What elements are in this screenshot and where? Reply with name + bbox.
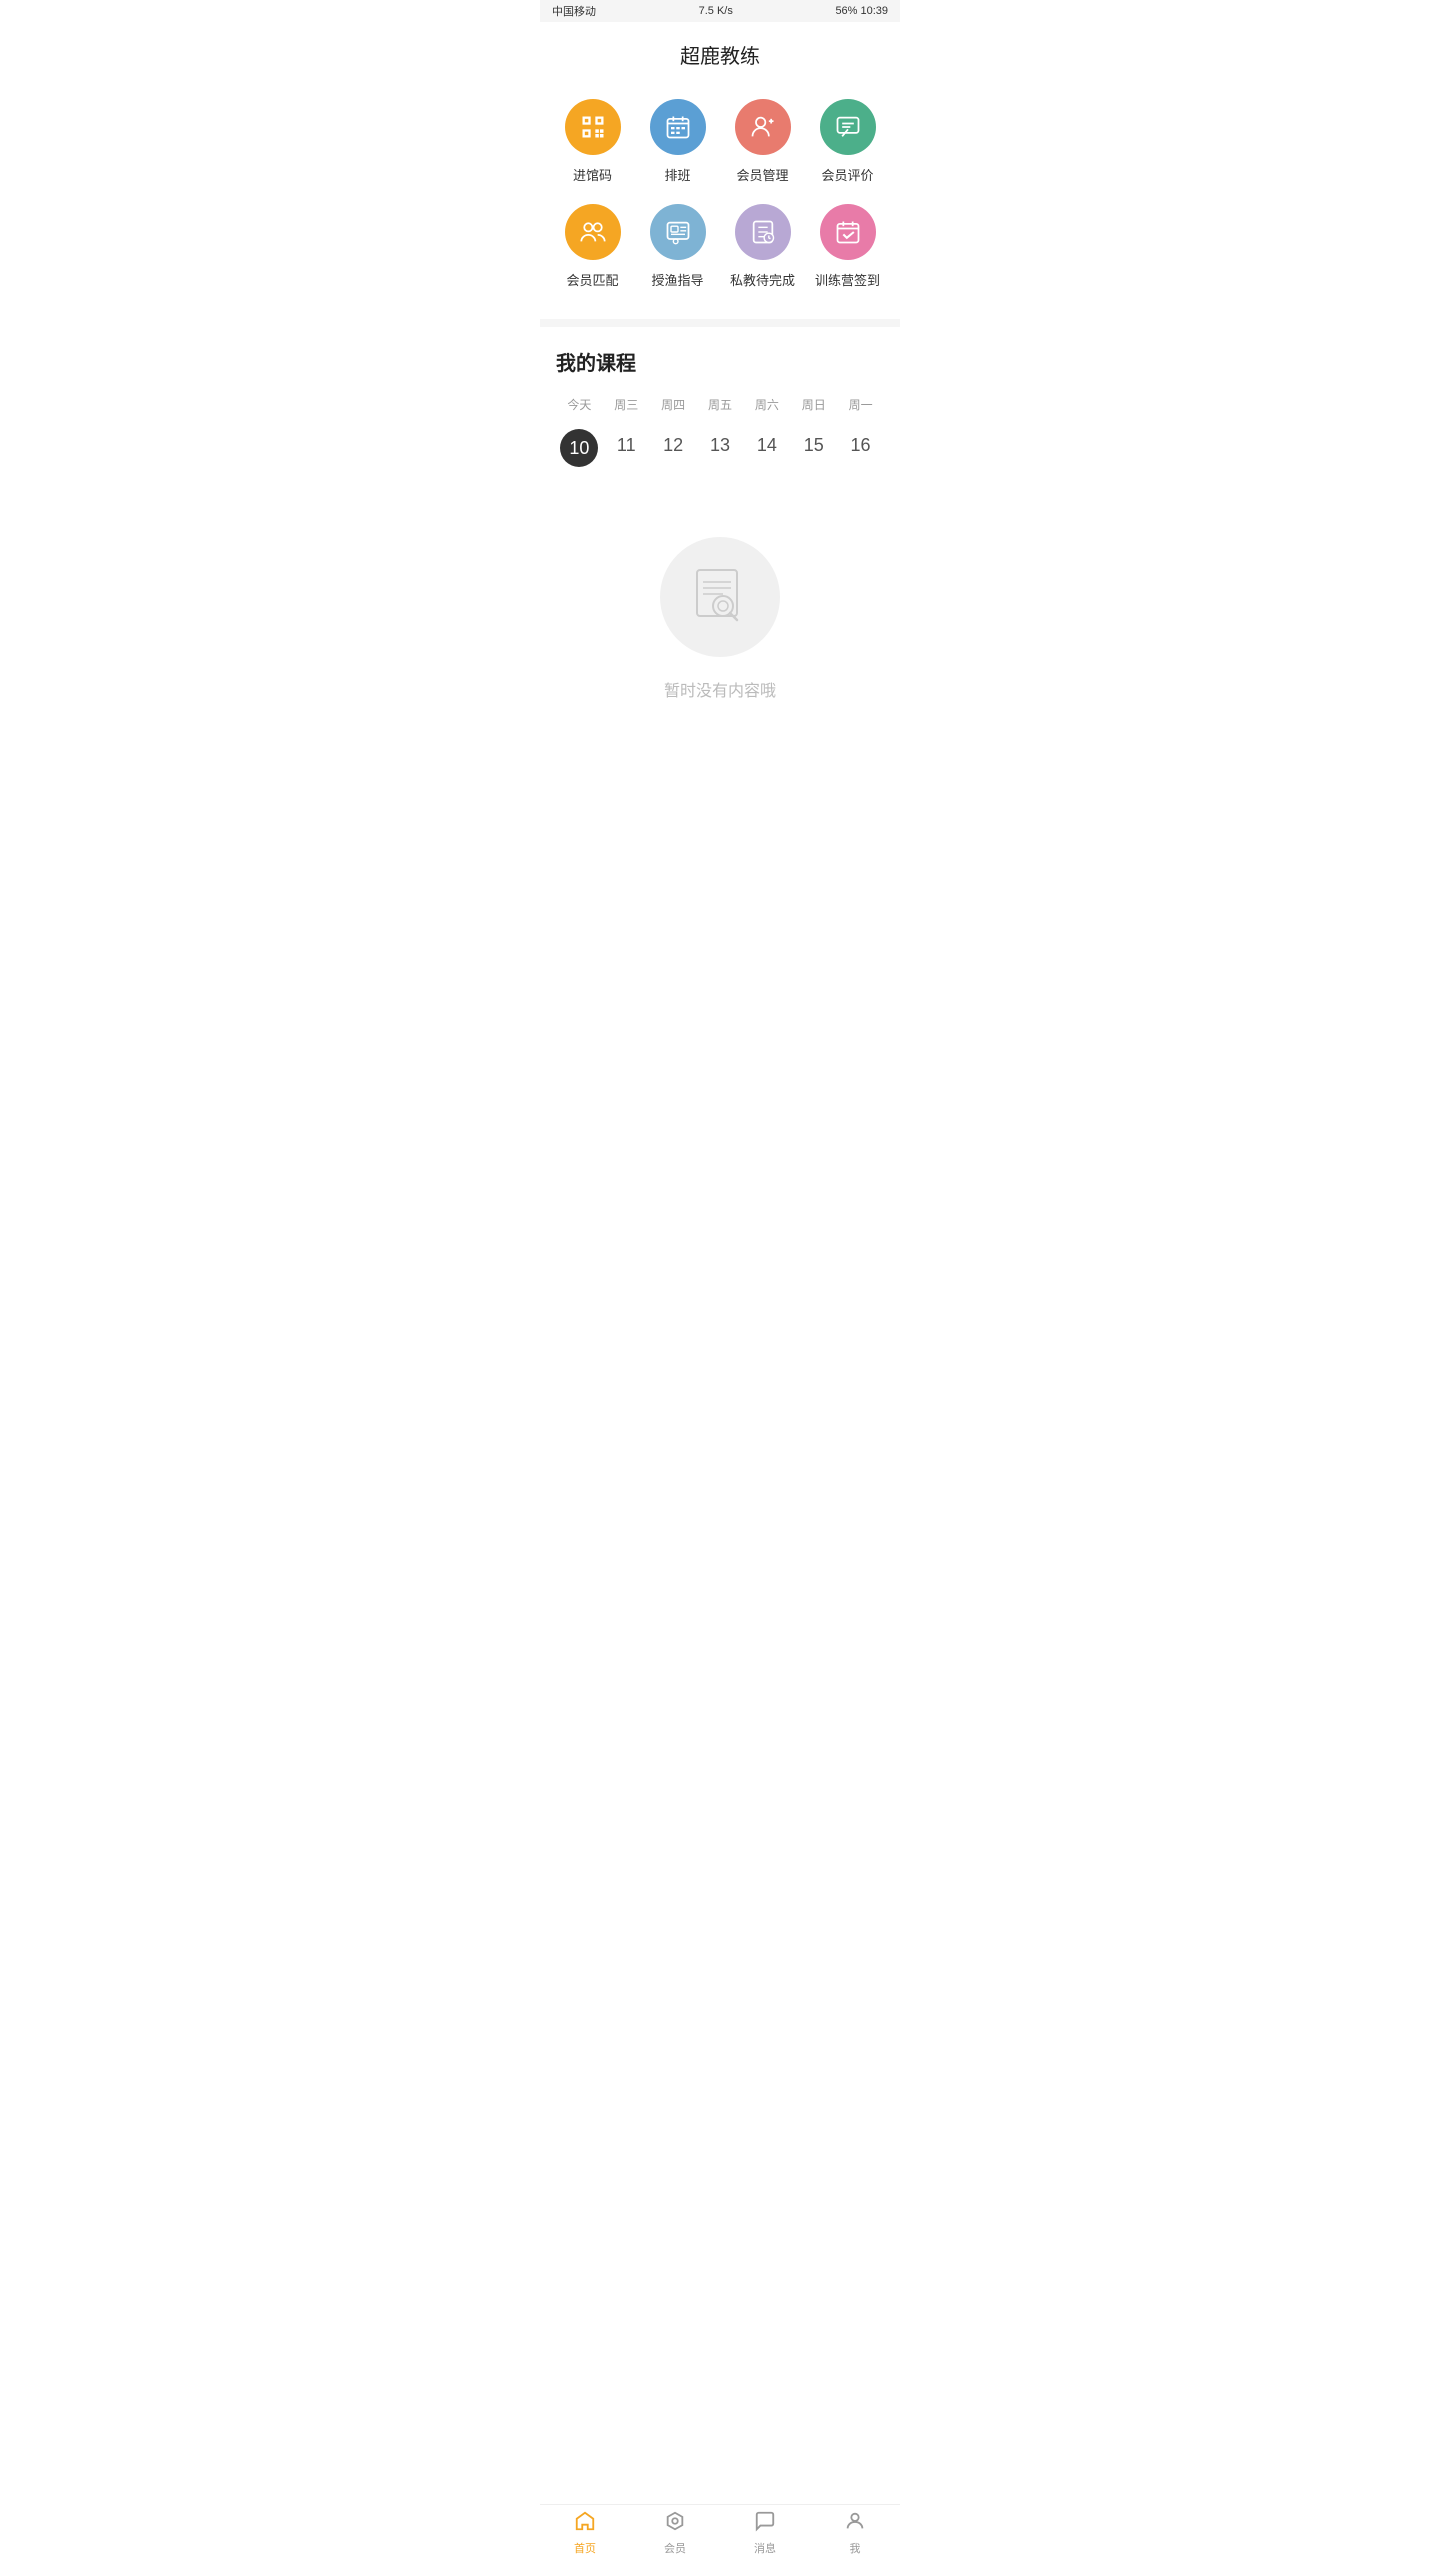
pt-pending-label: 私教待完成 bbox=[730, 270, 795, 289]
day-label-4: 周六 bbox=[743, 396, 790, 419]
section-divider bbox=[540, 319, 900, 327]
week-day-labels: 今天 周三 周四 周五 周六 周日 周一 bbox=[556, 396, 884, 419]
schedule-label: 排班 bbox=[664, 165, 690, 184]
qr-icon bbox=[579, 113, 607, 141]
icon-item-entry-code[interactable]: 进馆码 bbox=[550, 89, 635, 194]
camp-checkin-label: 训练营签到 bbox=[815, 270, 880, 289]
empty-icon-wrap bbox=[660, 537, 780, 657]
date-13[interactable]: 13 bbox=[697, 429, 744, 467]
date-10[interactable]: 10 bbox=[560, 429, 598, 467]
nav-item-home[interactable]: 首页 bbox=[540, 2505, 630, 2560]
member-match-icon-circle bbox=[565, 204, 621, 260]
member-manage-icon-circle bbox=[735, 99, 791, 155]
icon-item-member-manage[interactable]: 会员管理 bbox=[720, 89, 805, 194]
battery-level: 56% bbox=[835, 5, 857, 17]
clock: 10:39 bbox=[860, 5, 888, 17]
fishing-guide-label: 授渔指导 bbox=[651, 270, 703, 289]
fishing-guide-icon-circle bbox=[650, 204, 706, 260]
day-label-1: 周三 bbox=[603, 396, 650, 419]
member-manage-label: 会员管理 bbox=[736, 165, 788, 184]
icon-grid: 进馆码 排班 bbox=[540, 89, 900, 319]
courses-section: 我的课程 今天 周三 周四 周五 周六 周日 周一 10 11 12 13 14… bbox=[540, 327, 900, 741]
nav-label-messages: 消息 bbox=[754, 2540, 776, 2556]
nav-item-me[interactable]: 我 bbox=[810, 2505, 900, 2560]
me-icon bbox=[844, 2510, 866, 2538]
bottom-nav: 首页 会员 消息 我 bbox=[540, 2504, 900, 2560]
member-review-label: 会员评价 bbox=[821, 165, 873, 184]
pt-pending-icon-circle bbox=[735, 204, 791, 260]
day-label-2: 周四 bbox=[650, 396, 697, 419]
network-speed: 7.5 K/s bbox=[699, 5, 733, 17]
entry-code-label: 进馆码 bbox=[573, 165, 612, 184]
guide-icon bbox=[664, 218, 692, 246]
nav-label-members: 会员 bbox=[664, 2540, 686, 2556]
page-title: 超鹿教练 bbox=[540, 22, 900, 89]
icon-item-pt-pending[interactable]: 私教待完成 bbox=[720, 194, 805, 299]
messages-icon bbox=[754, 2510, 776, 2538]
icon-item-fishing-guide[interactable]: 授渔指导 bbox=[635, 194, 720, 299]
status-bar: 中国移动 7.5 K/s 56% 10:39 bbox=[540, 0, 900, 22]
day-label-0: 今天 bbox=[556, 396, 603, 419]
nav-label-me: 我 bbox=[850, 2540, 861, 2556]
checkin-icon bbox=[834, 218, 862, 246]
empty-text: 暂时没有内容哦 bbox=[664, 677, 776, 701]
pending-icon bbox=[749, 218, 777, 246]
icon-item-member-match[interactable]: 会员匹配 bbox=[550, 194, 635, 299]
calendar-icon bbox=[664, 113, 692, 141]
nav-item-messages[interactable]: 消息 bbox=[720, 2505, 810, 2560]
nav-label-home: 首页 bbox=[574, 2540, 596, 2556]
date-16[interactable]: 16 bbox=[837, 429, 884, 467]
empty-search-icon bbox=[685, 562, 755, 632]
schedule-icon-circle bbox=[650, 99, 706, 155]
icon-item-member-review[interactable]: 会员评价 bbox=[805, 89, 890, 194]
status-right: 56% 10:39 bbox=[835, 5, 888, 17]
entry-code-icon-circle bbox=[565, 99, 621, 155]
members-icon bbox=[664, 2510, 686, 2538]
member-match-label: 会员匹配 bbox=[566, 270, 618, 289]
member-review-icon-circle bbox=[820, 99, 876, 155]
carrier: 中国移动 bbox=[552, 3, 596, 19]
day-label-6: 周一 bbox=[837, 396, 884, 419]
courses-section-title: 我的课程 bbox=[556, 347, 884, 376]
day-label-5: 周日 bbox=[790, 396, 837, 419]
empty-state: 暂时没有内容哦 bbox=[556, 477, 884, 741]
user-manage-icon bbox=[749, 113, 777, 141]
day-label-3: 周五 bbox=[697, 396, 744, 419]
date-12[interactable]: 12 bbox=[650, 429, 697, 467]
nav-item-members[interactable]: 会员 bbox=[630, 2505, 720, 2560]
comment-icon bbox=[834, 113, 862, 141]
date-11[interactable]: 11 bbox=[603, 429, 650, 467]
date-15[interactable]: 15 bbox=[790, 429, 837, 467]
home-icon bbox=[574, 2510, 596, 2538]
users-icon bbox=[579, 218, 607, 246]
date-14[interactable]: 14 bbox=[743, 429, 790, 467]
icon-item-schedule[interactable]: 排班 bbox=[635, 89, 720, 194]
week-dates: 10 11 12 13 14 15 16 bbox=[556, 429, 884, 467]
icon-item-camp-checkin[interactable]: 训练营签到 bbox=[805, 194, 890, 299]
camp-checkin-icon-circle bbox=[820, 204, 876, 260]
